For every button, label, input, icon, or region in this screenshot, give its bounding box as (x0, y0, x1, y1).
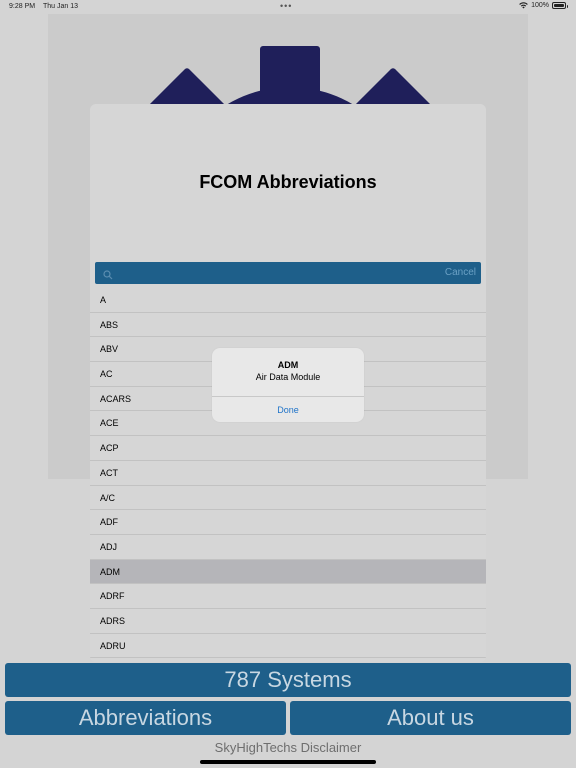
list-item[interactable]: A/C (90, 486, 486, 511)
list-item[interactable]: ADM (90, 559, 486, 585)
done-button[interactable]: Done (212, 397, 364, 422)
search-icon (103, 267, 113, 285)
status-right: 100% (519, 2, 568, 9)
home-indicator[interactable] (200, 760, 376, 764)
list-item[interactable]: ADRF (90, 584, 486, 609)
list-item[interactable]: ADJ (90, 535, 486, 560)
wifi-icon (519, 2, 528, 9)
cancel-button[interactable]: Cancel (445, 267, 476, 278)
list-item[interactable]: ADRS (90, 609, 486, 634)
status-date: Thu Jan 13 (43, 3, 79, 10)
abbreviations-button[interactable]: Abbreviations (5, 701, 286, 735)
about-us-button[interactable]: About us (290, 701, 571, 735)
status-bar: 9:28 PM Thu Jan 13 ••• 100% (0, 0, 576, 14)
search-input[interactable] (117, 264, 437, 282)
list-item[interactable]: ABS (90, 313, 486, 338)
list-item[interactable]: ACP (90, 436, 486, 461)
alert-message: Air Data Module (255, 372, 321, 382)
multitasking-dots-icon[interactable]: ••• (280, 1, 292, 11)
alert-title: ADM (277, 360, 299, 370)
modal-title: FCOM Abbreviations (199, 172, 377, 192)
battery-icon (552, 2, 568, 9)
battery-percent: 100% (531, 2, 549, 9)
definition-alert: ADM Air Data Module Done (212, 348, 364, 422)
list-item[interactable]: A (90, 288, 486, 313)
list-item[interactable]: ADF (90, 510, 486, 535)
abbreviation-list: A ABS ABV AC ACARS ACE ACP ACT A/C ADF ADJ ADM ADRF A… (90, 288, 486, 659)
systems-button[interactable]: 787 Systems (5, 663, 571, 697)
search-bar[interactable]: Cancel (95, 262, 481, 284)
list-item[interactable]: ADRU (90, 634, 486, 659)
status-time: 9:28 PM (9, 3, 36, 10)
list-item[interactable]: ACT (90, 461, 486, 486)
disclaimer-link[interactable]: SkyHighTechs Disclaimer (0, 740, 576, 755)
